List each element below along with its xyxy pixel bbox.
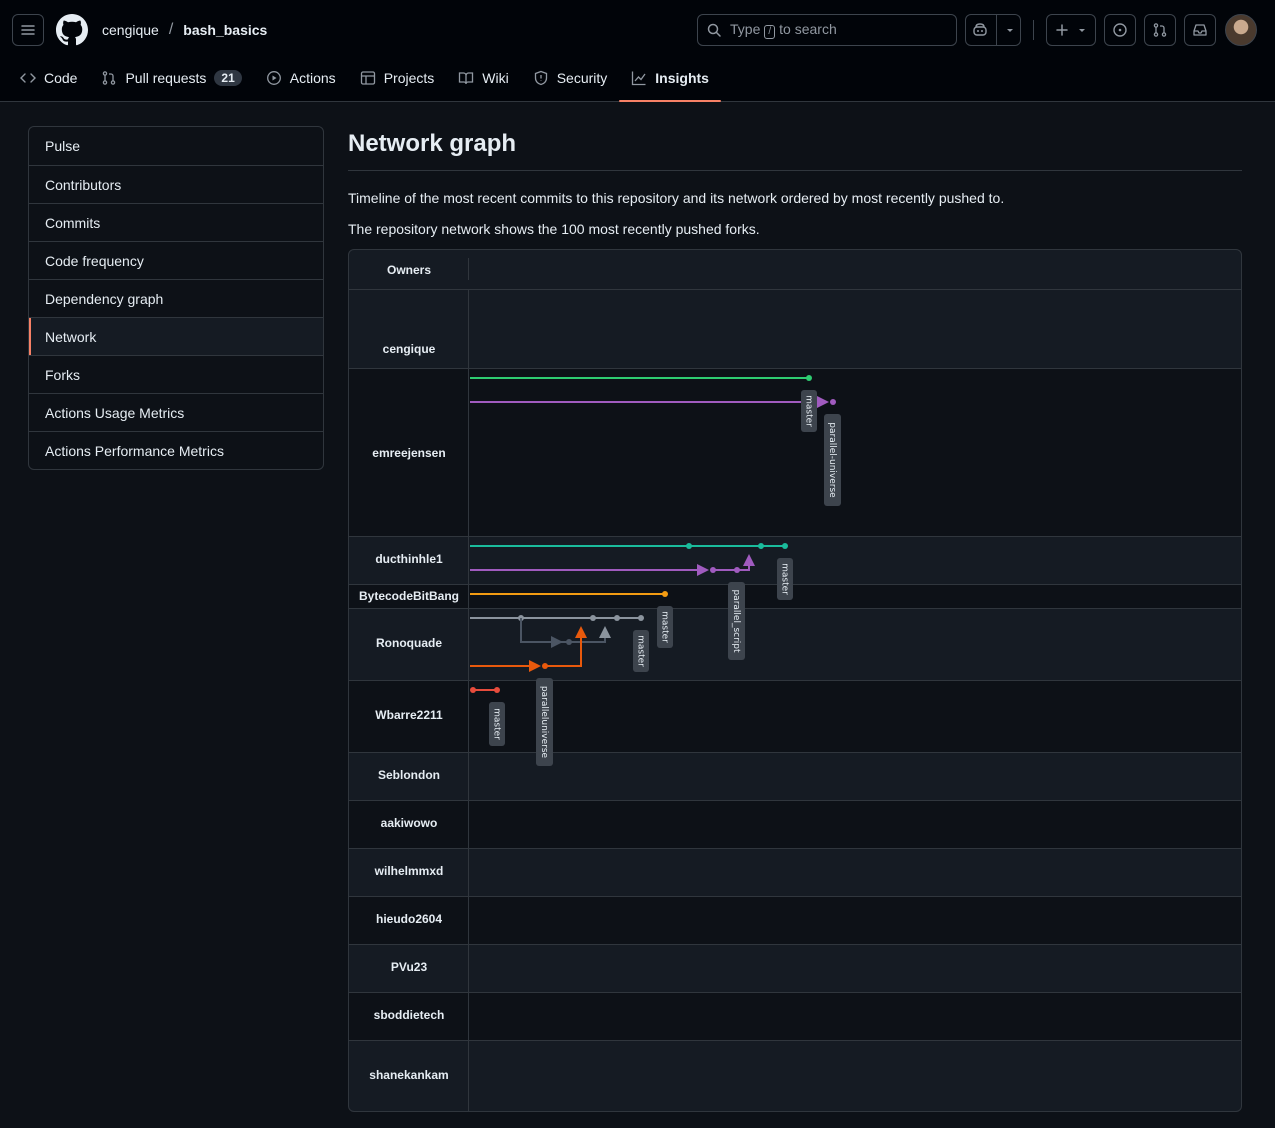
svg-text:master: master — [492, 708, 502, 740]
page-description-forks: The repository network shows the 100 mos… — [348, 221, 760, 237]
breadcrumb-separator: / — [168, 21, 174, 38]
inbox-button[interactable] — [1184, 14, 1216, 46]
sidebar-item-network[interactable]: Network — [29, 317, 323, 355]
branch-label[interactable]: parallel-universe — [824, 414, 841, 506]
commit-dot[interactable] — [638, 615, 644, 621]
search-placeholder: Type / to search — [730, 21, 837, 39]
book-icon — [459, 72, 474, 85]
pull-requests-button[interactable] — [1144, 14, 1176, 46]
git-pull-request-icon — [1153, 23, 1167, 37]
issues-button[interactable] — [1104, 14, 1136, 46]
tab-label: Projects — [383, 70, 435, 86]
sidebar-item-actions-performance-metrics[interactable]: Actions Performance Metrics — [29, 431, 323, 469]
tab-label: Code — [44, 70, 78, 86]
tab-insights[interactable]: Insights — [619, 60, 721, 102]
repo-nav-tabs: Code Pull requests 21 Actions Projects W… — [8, 60, 721, 102]
graph-icon — [632, 71, 646, 86]
svg-text:master: master — [780, 563, 790, 595]
branch-label[interactable]: master — [777, 558, 793, 600]
commit-dot[interactable] — [614, 615, 620, 621]
sidebar-item-pulse[interactable]: Pulse — [29, 127, 323, 165]
commit-dot[interactable] — [686, 543, 692, 549]
global-header: cengique / bash_basics Type/to search — [0, 0, 1275, 102]
breadcrumb: cengique / bash_basics — [102, 21, 267, 39]
merge-line — [545, 626, 587, 667]
create-new-button[interactable] — [1046, 14, 1096, 46]
commit-dot[interactable] — [590, 615, 596, 621]
commit-dot[interactable] — [494, 687, 500, 693]
svg-text:parallel_script: parallel_script — [731, 589, 741, 653]
github-logo-icon[interactable] — [56, 14, 88, 46]
tab-actions[interactable]: Actions — [254, 60, 348, 96]
svg-text:parallel-universe: parallel-universe — [827, 422, 837, 498]
git-pull-request-icon — [103, 71, 116, 85]
search-icon — [707, 23, 721, 37]
tab-label: Wiki — [482, 70, 509, 86]
repo-name-link[interactable]: bash_basics — [183, 22, 267, 38]
chevron-down-icon — [1006, 29, 1013, 32]
header-divider — [1033, 20, 1034, 40]
svg-text:paralleluniverse: paralleluniverse — [539, 686, 549, 759]
sidebar-item-commits[interactable]: Commits — [29, 203, 323, 241]
shield-icon — [534, 70, 547, 86]
repo-owner-link[interactable]: cengique — [102, 22, 159, 38]
sidebar-item-contributors[interactable]: Contributors — [29, 165, 323, 203]
commit-graph-canvas[interactable]: master parallel-universe master parallel… — [349, 250, 1242, 1112]
tab-label: Insights — [655, 70, 709, 86]
search-input[interactable]: Type / to search — [697, 14, 957, 46]
menu-button[interactable] — [12, 14, 44, 46]
sidebar-item-actions-usage-metrics[interactable]: Actions Usage Metrics — [29, 393, 323, 431]
branch-line-feature — [520, 618, 563, 648]
pull-request-count-badge: 21 — [214, 70, 242, 86]
issue-icon — [1113, 23, 1127, 37]
sidebar-item-code-frequency[interactable]: Code frequency — [29, 241, 323, 279]
plus-icon — [1056, 24, 1068, 36]
tab-wiki[interactable]: Wiki — [446, 60, 520, 96]
commit-dot[interactable] — [806, 375, 812, 381]
copilot-icon — [972, 23, 987, 36]
copilot-button[interactable] — [965, 14, 1021, 46]
tab-projects[interactable]: Projects — [348, 60, 447, 96]
inbox-icon — [1193, 24, 1207, 36]
title-divider — [348, 170, 1242, 171]
branch-label[interactable]: master — [489, 702, 505, 746]
code-icon — [20, 73, 36, 83]
search-shortcut-key: / — [764, 25, 776, 39]
commit-dot[interactable] — [758, 543, 764, 549]
tab-security[interactable]: Security — [521, 60, 620, 96]
branch-label[interactable]: paralleluniverse — [536, 678, 553, 766]
sidebar-item-dependency-graph[interactable]: Dependency graph — [29, 279, 323, 317]
hamburger-icon — [21, 25, 35, 35]
tab-label: Pull requests — [125, 70, 207, 86]
sidebar-item-forks[interactable]: Forks — [29, 355, 323, 393]
tab-label: Actions — [289, 70, 336, 86]
branch-label[interactable]: master — [633, 630, 649, 672]
commit-dot[interactable] — [782, 543, 788, 549]
page-description: Timeline of the most recent commits to t… — [348, 190, 1005, 206]
branch-label[interactable]: master — [657, 606, 673, 648]
commit-dot[interactable] — [830, 399, 836, 405]
top-bar: cengique / bash_basics Type / to search — [0, 0, 1275, 60]
chevron-down-icon — [1079, 29, 1085, 32]
page-title: Network graph — [348, 130, 517, 157]
tab-label: Security — [556, 70, 608, 86]
user-avatar[interactable] — [1225, 14, 1257, 46]
insights-sidebar: Pulse Contributors Commits Code frequenc… — [28, 126, 324, 470]
branch-label[interactable]: parallel_script — [728, 582, 745, 660]
merge-line — [569, 626, 611, 643]
table-icon — [360, 71, 375, 85]
network-graph[interactable]: Owners cengique emreejensen ducthinhle1 … — [348, 249, 1242, 1112]
tab-pull-requests[interactable]: Pull requests 21 — [89, 60, 253, 96]
svg-text:master: master — [660, 611, 670, 643]
svg-text:master: master — [804, 395, 814, 427]
commit-dot[interactable] — [662, 591, 668, 597]
branch-label[interactable]: master — [801, 390, 817, 432]
commit-dot[interactable] — [470, 687, 476, 693]
play-icon — [266, 71, 281, 85]
tab-code[interactable]: Code — [8, 60, 89, 96]
svg-text:master: master — [636, 635, 646, 667]
